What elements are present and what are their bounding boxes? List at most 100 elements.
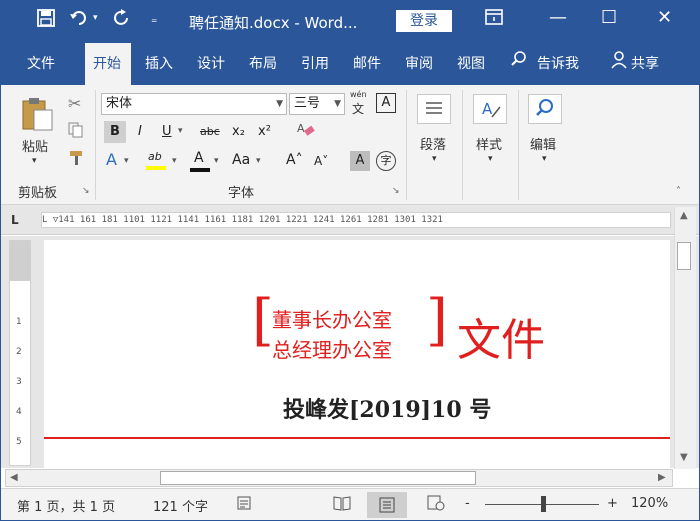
clear-formatting-icon[interactable]: A <box>296 120 316 144</box>
document-number: 投峰发[2019]10 号 <box>283 397 492 423</box>
paragraph-button[interactable]: 段落 <box>420 134 446 153</box>
word-count[interactable]: 121 个字 <box>153 496 208 515</box>
tab-home[interactable]: 开始 <box>85 43 131 85</box>
tab-review[interactable]: 审阅 <box>405 53 433 73</box>
font-launcher-icon[interactable]: ↘ <box>392 186 400 196</box>
vruler-number: 5 <box>16 437 22 447</box>
tell-me-label[interactable]: 告诉我 <box>537 53 579 73</box>
tab-insert[interactable]: 插入 <box>145 53 173 73</box>
scroll-right-icon[interactable]: ▶ <box>658 472 666 483</box>
maximize-button[interactable]: ☐ <box>601 7 617 28</box>
text-effects-button[interactable]: A <box>106 150 117 169</box>
strikethrough-button[interactable]: abc <box>200 125 220 138</box>
highlight-label: ab <box>148 150 162 163</box>
login-button[interactable]: 登录 <box>396 10 452 32</box>
styles-icon[interactable]: A <box>473 94 507 124</box>
paste-button[interactable]: 粘贴 <box>22 136 48 155</box>
title-bar: ▾ ₌ 聘任通知.docx - Word... 登录 — ☐ ✕ <box>1 1 699 39</box>
format-painter-icon[interactable] <box>68 150 86 170</box>
text-effects-dropdown-icon[interactable]: ▾ <box>124 156 129 166</box>
character-border-button[interactable]: A <box>376 93 396 113</box>
zoom-slider-thumb[interactable] <box>541 496 546 512</box>
underline-dropdown-icon[interactable]: ▾ <box>178 126 183 136</box>
superscript-button[interactable]: x² <box>258 124 271 139</box>
zoom-in-button[interactable]: + <box>607 496 618 511</box>
save-icon[interactable] <box>37 9 55 32</box>
ruler-text: L ▽141 161 181 1101 1121 1141 1161 1181 … <box>42 215 443 225</box>
horizontal-scroll-thumb[interactable] <box>160 471 476 485</box>
scroll-down-icon[interactable]: ▼ <box>680 452 688 463</box>
print-layout-button[interactable] <box>367 492 407 518</box>
user-icon[interactable] <box>611 51 627 73</box>
editing-button[interactable]: 编辑 <box>530 134 556 153</box>
find-icon[interactable] <box>528 94 562 124</box>
redo-icon[interactable] <box>113 9 131 32</box>
scroll-up-icon[interactable]: ▲ <box>680 210 688 221</box>
tab-mailings[interactable]: 邮件 <box>353 53 381 73</box>
font-color-label: A <box>194 150 204 166</box>
clipboard-launcher-icon[interactable]: ↘ <box>82 186 90 196</box>
vruler-number: 1 <box>16 317 22 327</box>
tab-selector-icon[interactable]: L <box>11 213 19 227</box>
scroll-left-icon[interactable]: ◀ <box>10 472 18 483</box>
font-color-dropdown-icon[interactable]: ▾ <box>214 156 219 166</box>
copy-icon[interactable] <box>68 122 84 142</box>
enclose-characters-button[interactable]: 字 <box>376 151 396 171</box>
customize-toolbar-icon[interactable]: ₌ <box>151 12 157 26</box>
close-button[interactable]: ✕ <box>657 7 672 28</box>
bold-button[interactable]: B <box>104 121 126 143</box>
font-name-combo[interactable]: 宋体 ▼ <box>101 93 287 115</box>
web-layout-icon[interactable] <box>427 495 445 515</box>
character-shading-button[interactable]: A <box>350 151 370 171</box>
undo-dropdown-icon[interactable]: ▾ <box>93 13 98 23</box>
ribbon-display-options-icon[interactable] <box>485 9 503 30</box>
paste-dropdown-icon[interactable]: ▾ <box>32 156 37 166</box>
horizontal-ruler: L L ▽141 161 181 1101 1121 1141 1161 118… <box>1 205 699 235</box>
phonetic-guide-button[interactable]: 文 <box>352 100 364 117</box>
tab-file[interactable]: 文件 <box>27 53 55 73</box>
share-button[interactable]: 共享 <box>631 53 659 73</box>
cut-icon[interactable]: ✂ <box>68 94 81 113</box>
shrink-font-button[interactable]: A˅ <box>314 154 328 168</box>
styles-dropdown-icon[interactable]: ▾ <box>488 154 493 164</box>
change-case-button[interactable]: Aa <box>232 152 250 168</box>
page-count[interactable]: 第 1 页，共 1 页 <box>17 496 115 515</box>
phonetic-guide-pinyin[interactable]: wén <box>350 90 367 99</box>
editing-dropdown-icon[interactable]: ▾ <box>542 154 547 164</box>
tab-view[interactable]: 视图 <box>457 53 485 73</box>
separator <box>518 90 519 200</box>
underline-button[interactable]: U <box>162 124 172 139</box>
right-bracket: ] <box>426 288 448 353</box>
vertical-ruler: 1 2 3 4 5 <box>9 240 31 466</box>
zoom-out-button[interactable]: - <box>465 496 470 511</box>
vertical-scroll-thumb[interactable] <box>677 242 691 270</box>
styles-button[interactable]: 样式 <box>476 134 502 153</box>
vertical-ruler-margin <box>10 241 30 281</box>
issuer-line-2: 总经理办公室 <box>272 338 392 362</box>
highlight-dropdown-icon[interactable]: ▾ <box>172 156 177 166</box>
collapse-ribbon-icon[interactable]: ˄ <box>676 186 681 197</box>
ruler-scale[interactable]: L ▽141 161 181 1101 1121 1141 1161 1181 … <box>41 212 671 228</box>
read-mode-icon[interactable] <box>333 495 351 515</box>
paragraph-icon[interactable] <box>417 94 451 124</box>
tab-references[interactable]: 引用 <box>301 53 329 73</box>
highlight-color-button[interactable]: ab <box>146 150 168 174</box>
zoom-level[interactable]: 120% <box>631 496 668 511</box>
tab-design[interactable]: 设计 <box>197 53 225 73</box>
font-size-combo[interactable]: 三号 ▼ <box>289 93 345 115</box>
minimize-button[interactable]: — <box>549 7 567 28</box>
paragraph-dropdown-icon[interactable]: ▾ <box>432 154 437 164</box>
paste-icon[interactable] <box>20 96 56 136</box>
search-icon[interactable] <box>511 51 527 71</box>
ribbon-tab-row: 文件 开始 插入 设计 布局 引用 邮件 审阅 视图 告诉我 共享 <box>1 39 699 85</box>
undo-icon[interactable] <box>69 9 89 32</box>
font-color-button[interactable]: A <box>190 150 212 174</box>
vruler-number: 3 <box>16 377 22 387</box>
tab-layout[interactable]: 布局 <box>249 53 277 73</box>
change-case-dropdown-icon[interactable]: ▾ <box>256 156 261 166</box>
proofing-icon[interactable] <box>237 495 253 515</box>
separator <box>462 90 463 200</box>
grow-font-button[interactable]: A˄ <box>286 152 303 168</box>
italic-button[interactable]: I <box>138 124 142 139</box>
subscript-button[interactable]: x₂ <box>232 124 245 139</box>
